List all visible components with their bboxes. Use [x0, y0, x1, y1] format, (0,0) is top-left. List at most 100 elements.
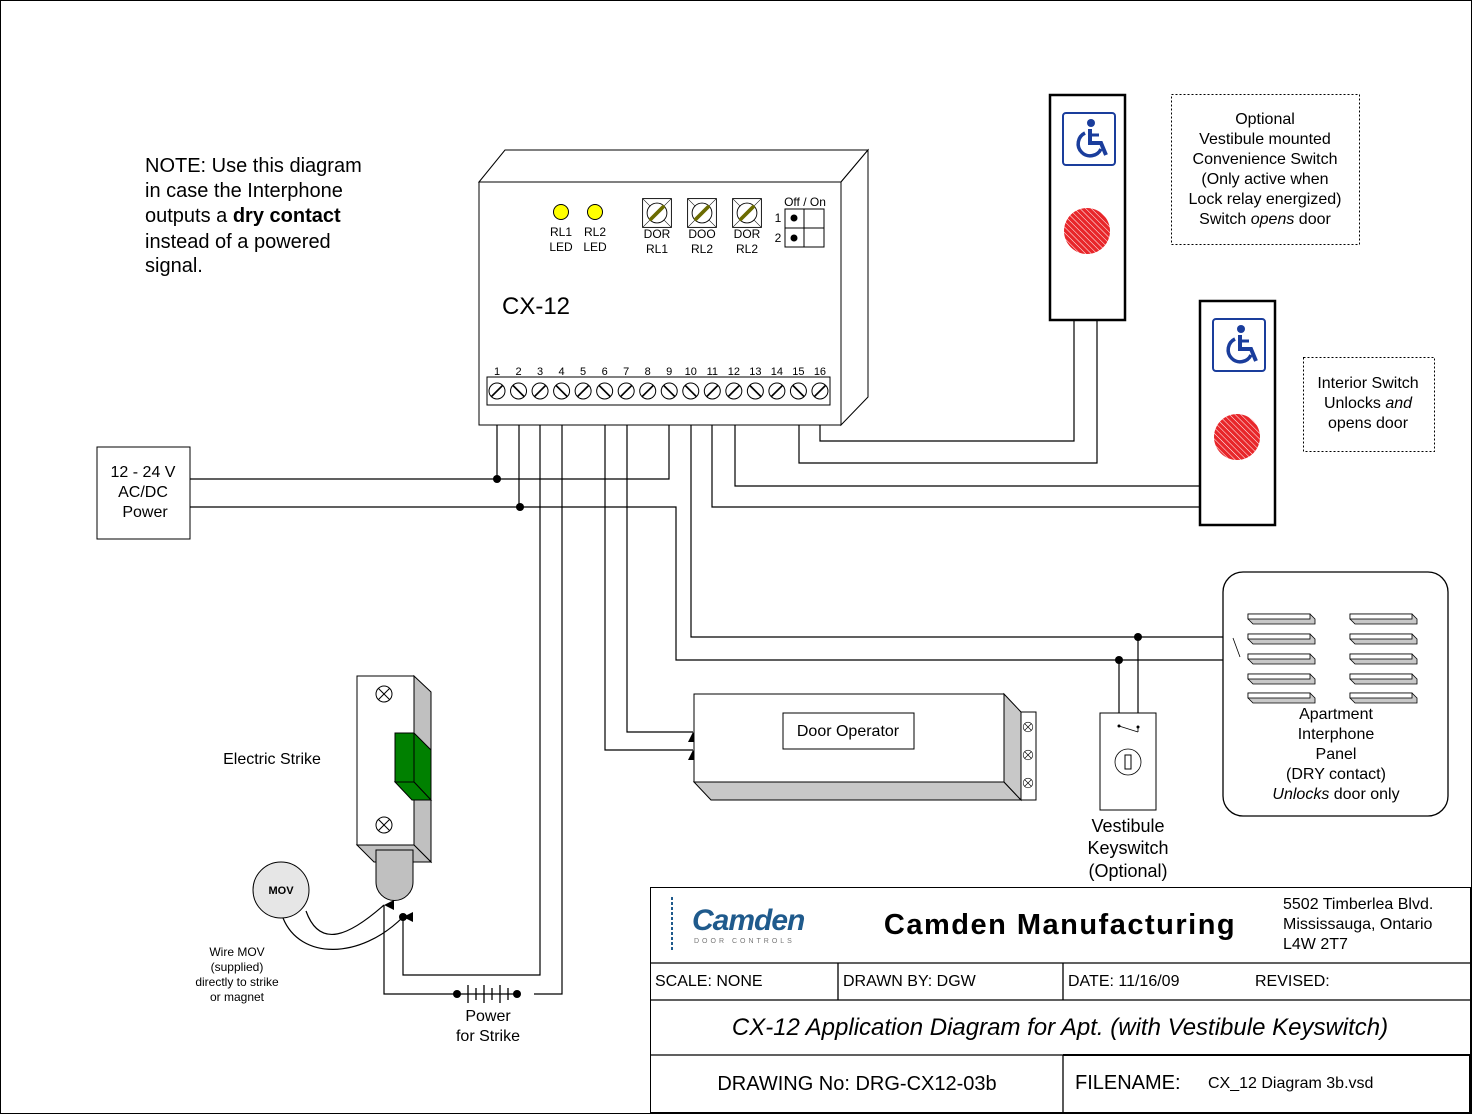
terminal-screw-8	[638, 382, 657, 400]
speaker-slat	[1247, 653, 1316, 665]
svg-text:Interphone: Interphone	[1298, 726, 1375, 743]
led-icon	[553, 204, 569, 220]
speaker-slat	[1247, 633, 1316, 645]
speaker-slat	[1247, 673, 1316, 685]
svg-text:Power: Power	[465, 1008, 511, 1025]
wheelchair-icon	[1061, 111, 1117, 167]
speaker-slat	[1349, 692, 1418, 704]
svg-text:CX_12 Diagram 3b.vsd: CX_12 Diagram 3b.vsd	[1208, 1075, 1373, 1092]
svg-text:Optional: Optional	[1235, 111, 1295, 128]
svg-text:DRAWN BY: DGW: DRAWN BY: DGW	[843, 973, 977, 990]
terminal-screw-3	[531, 382, 549, 400]
terminal-number: 11	[707, 366, 718, 378]
svg-text:DOR: DOR	[734, 227, 761, 241]
svg-text:Panel: Panel	[1316, 746, 1357, 763]
svg-text:RL2: RL2	[691, 242, 713, 256]
terminal-screw-5	[574, 382, 592, 400]
svg-text:Switch opens door: Switch opens door	[1199, 211, 1331, 228]
svg-text:Lock relay energized): Lock relay energized)	[1189, 191, 1342, 208]
svg-text:DOOR CONTROLS: DOOR CONTROLS	[694, 938, 795, 945]
svg-text:(Only active when: (Only active when	[1201, 171, 1328, 188]
terminal-number: 1	[494, 366, 500, 378]
terminal-screw-1	[488, 382, 506, 400]
dip-1-off	[790, 214, 798, 222]
note-line: instead of a powered	[145, 231, 331, 253]
svg-text:5502 Timberlea Blvd.: 5502 Timberlea Blvd.	[1283, 896, 1433, 913]
svg-text:2: 2	[775, 231, 782, 245]
terminal-number: 2	[515, 366, 521, 378]
controller-model-label: CX-12	[502, 293, 570, 320]
svg-text:LED: LED	[583, 240, 607, 254]
svg-text:for Strike: for Strike	[456, 1028, 520, 1045]
note-line: in case the Interphone	[145, 180, 343, 202]
terminal-number: 3	[537, 366, 543, 378]
vestibule-keyswitch[interactable]: Vestibule Keyswitch (Optional)	[1087, 712, 1169, 881]
svg-text:12 - 24 V: 12 - 24 V	[111, 464, 176, 481]
dip-label: Off / On	[784, 195, 826, 209]
terminal-number: 15	[792, 366, 804, 378]
terminal-screw-7	[617, 382, 635, 400]
terminal-screw-13	[746, 382, 765, 400]
speaker-slat	[1349, 673, 1418, 685]
speaker-slat	[1247, 613, 1316, 625]
svg-text:1: 1	[775, 211, 782, 225]
terminal-screw-4	[552, 382, 571, 400]
svg-text:DRAWING No: DRG-CX12-03b: DRAWING No: DRG-CX12-03b	[717, 1073, 996, 1095]
terminal-number: 12	[728, 366, 740, 378]
drawing-title: CX-12 Application Diagram for Apt. (with…	[732, 1014, 1388, 1041]
interior-switch[interactable]	[1198, 299, 1277, 527]
svg-text:RL1: RL1	[550, 225, 572, 239]
svg-text:Interior Switch: Interior Switch	[1317, 375, 1418, 392]
note-line: NOTE: Use this diagram	[145, 155, 362, 177]
dip-2-off	[790, 234, 798, 242]
terminal-screw-6	[595, 382, 614, 400]
svg-text:or magnet: or magnet	[210, 990, 265, 1004]
wheelchair-icon	[1211, 317, 1267, 373]
svg-text:(supplied): (supplied)	[211, 960, 264, 974]
svg-text:RL2: RL2	[736, 242, 758, 256]
door-operator: Door Operator	[692, 692, 1037, 802]
svg-text:SCALE: NONE: SCALE: NONE	[655, 973, 763, 990]
svg-text:Unlocks and: Unlocks and	[1324, 395, 1413, 412]
terminal-screw-14	[768, 382, 786, 400]
svg-text:(Optional): (Optional)	[1088, 861, 1167, 881]
svg-text:L4W 2T7: L4W 2T7	[1283, 936, 1348, 953]
svg-text:Vestibule: Vestibule	[1091, 816, 1164, 836]
vestibule-switch[interactable]	[1048, 93, 1127, 322]
svg-text:DOO: DOO	[688, 227, 715, 241]
cx12-controller: CX-12 RL1 LED RL2 LED DOR RL1 DOO RL2 DO…	[477, 148, 870, 427]
speaker-slat	[1349, 653, 1418, 665]
svg-text:(DRY contact): (DRY contact)	[1286, 766, 1386, 783]
svg-text:Convenience Switch: Convenience Switch	[1193, 151, 1338, 168]
power-supply: 12 - 24 V AC/DC Power	[96, 446, 191, 540]
speaker-slat	[1247, 692, 1316, 704]
speaker-slat	[1349, 613, 1418, 625]
svg-text:opens door: opens door	[1328, 415, 1409, 432]
strike-label: Electric Strike	[223, 751, 321, 768]
led-icon	[587, 204, 603, 220]
terminal-number: 9	[666, 366, 672, 378]
terminal-number: 8	[645, 366, 651, 378]
svg-text:RL2: RL2	[584, 225, 606, 239]
svg-text:FILENAME:: FILENAME:	[1075, 1072, 1181, 1094]
door-operator-label: Door Operator	[797, 723, 900, 740]
svg-text:Unlocks door only: Unlocks door only	[1272, 786, 1399, 803]
svg-text:AC/DC: AC/DC	[118, 484, 168, 501]
terminal-screw-11	[703, 382, 722, 400]
terminal-number: 6	[602, 366, 608, 378]
terminal-screw-16	[811, 382, 829, 400]
svg-text:directly to strike: directly to strike	[195, 975, 279, 989]
terminal-number: 5	[580, 366, 586, 378]
svg-text:Power: Power	[122, 504, 168, 521]
terminal-number: 16	[814, 366, 826, 378]
terminal-screw-10	[681, 382, 700, 400]
company-name: Camden Manufacturing	[884, 909, 1236, 941]
svg-text:LED: LED	[549, 240, 573, 254]
terminal-screw-9	[660, 382, 679, 400]
svg-text:RL1: RL1	[646, 242, 668, 256]
svg-text:DATE: 11/16/09: DATE: 11/16/09	[1068, 973, 1180, 990]
terminal-number: 13	[749, 366, 761, 378]
terminal-screw-12	[725, 382, 743, 400]
note-line: outputs a dry contact	[145, 205, 341, 227]
terminal-screw-2	[509, 382, 528, 400]
